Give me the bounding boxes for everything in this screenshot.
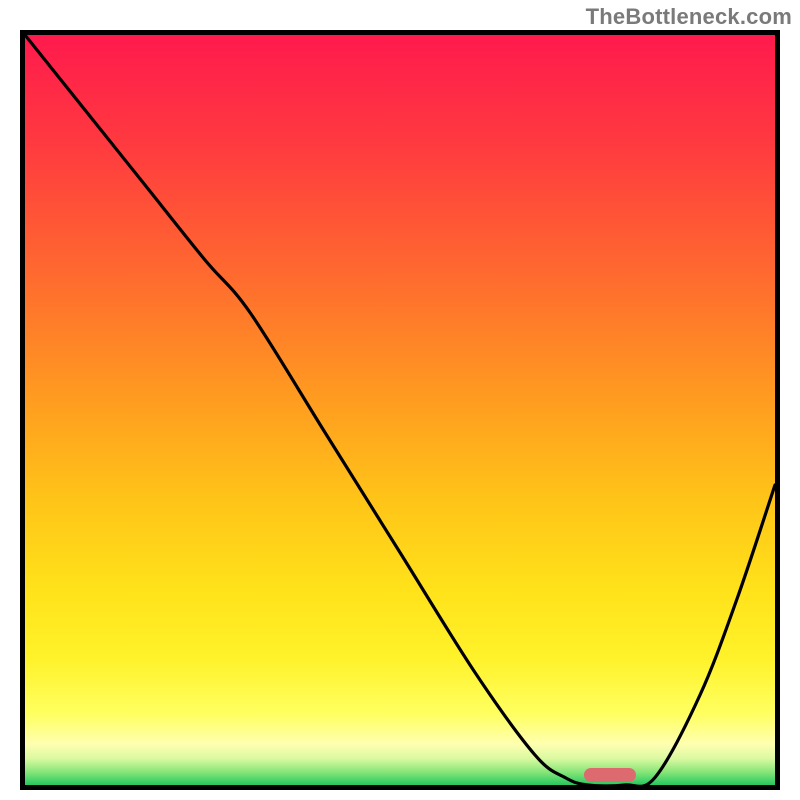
gradient-background: [25, 35, 775, 785]
bottleneck-plot: [20, 30, 780, 790]
optimal-marker: [584, 768, 636, 782]
watermark-text: TheBottleneck.com: [586, 4, 792, 30]
